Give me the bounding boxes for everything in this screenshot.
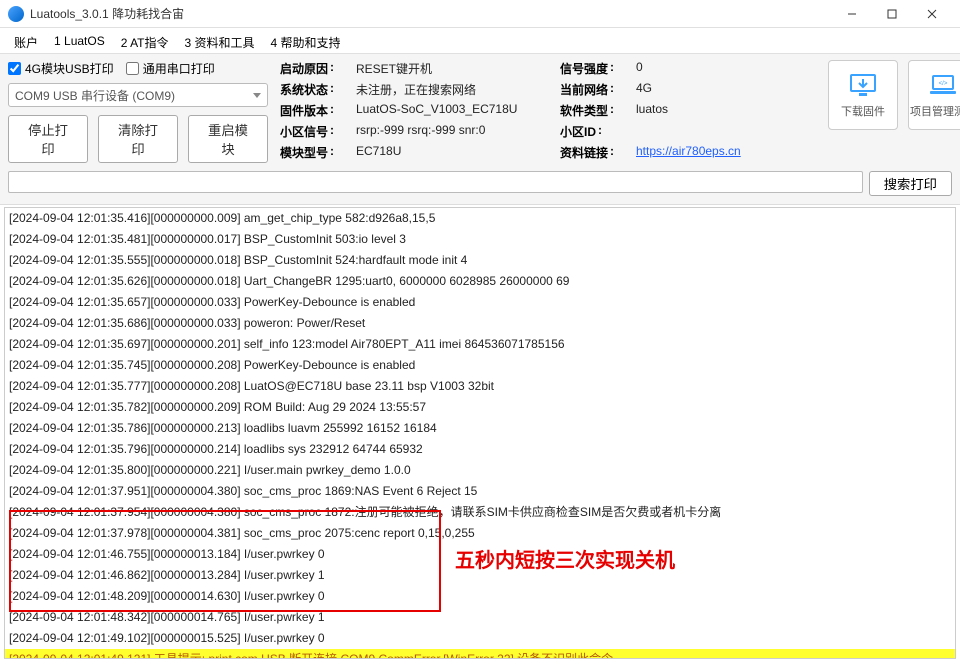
usb-print-checkbox[interactable]: 4G模块USB打印 [8,60,114,77]
menu-account[interactable]: 账户 [8,32,44,49]
doc-link-label: 资料链接 [560,144,610,161]
cell-id-value [636,123,816,140]
doc-link[interactable]: https://air780eps.cn [636,144,741,158]
window-title: Luatools_3.0.1 降功耗找合宙 [30,5,832,22]
serial-print-checkbox[interactable]: 通用串口打印 [126,60,215,77]
log-line: [2024-09-04 12:01:49.102][000000015.525]… [5,628,955,649]
info-panel: 启动原因: RESET键开机 信号强度: 0 系统状态: 未注册，正在搜索网络 … [280,60,816,161]
boot-reason-label: 启动原因 [280,60,330,77]
clear-print-button[interactable]: 清除打印 [98,115,178,163]
project-manage-label: 项目管理测试 [910,103,960,119]
signal-strength-label: 信号强度 [560,60,610,77]
signal-strength-value: 0 [636,60,816,77]
log-line: [2024-09-04 12:01:35.657][000000000.033]… [5,292,955,313]
window-controls [832,2,952,26]
toolbar: 4G模块USB打印 通用串口打印 COM9 USB 串行设备 (COM9) 停止… [0,54,960,205]
download-firmware-button[interactable]: 下载固件 [828,60,898,130]
titlebar: Luatools_3.0.1 降功耗找合宙 [0,0,960,28]
module-model-value: EC718U [356,144,556,161]
log-line: [2024-09-04 12:01:35.626][000000000.018]… [5,271,955,292]
network-label: 当前网络 [560,81,610,98]
annotation-box [9,510,441,612]
menu-help[interactable]: 4 帮助和支持 [265,32,347,49]
cell-signal-label: 小区信号 [280,123,330,140]
sw-type-label: 软件类型 [560,102,610,119]
cell-id-label: 小区ID [560,123,598,140]
stop-print-button[interactable]: 停止打印 [8,115,88,163]
log-area[interactable]: [2024-09-04 12:01:35.416][000000000.009]… [4,207,956,659]
svg-text:</>: </> [939,81,948,87]
log-line: [2024-09-04 12:01:35.745][000000000.208]… [5,355,955,376]
download-firmware-label: 下载固件 [841,103,885,119]
network-value: 4G [636,81,816,98]
sys-status-label: 系统状态 [280,81,330,98]
log-line: [2024-09-04 12:01:35.777][000000000.208]… [5,376,955,397]
log-line: [2024-09-04 12:01:35.686][000000000.033]… [5,313,955,334]
log-line: [2024-09-04 12:01:35.416][000000000.009]… [5,208,955,229]
menu-at[interactable]: 2 AT指令 [115,32,175,49]
log-line: [2024-09-04 12:01:35.782][000000000.209]… [5,397,955,418]
boot-reason-value: RESET键开机 [356,60,556,77]
menu-tools[interactable]: 3 资料和工具 [179,32,261,49]
search-input[interactable] [8,171,863,193]
log-line: [2024-09-04 12:01:35.786][000000000.213]… [5,418,955,439]
fw-version-label: 固件版本 [280,102,330,119]
log-line: [2024-09-04 12:01:35.697][000000000.201]… [5,334,955,355]
project-manage-button[interactable]: </> 项目管理测试 [908,60,960,130]
app-icon [8,6,24,22]
port-select[interactable]: COM9 USB 串行设备 (COM9) [8,83,268,107]
right-buttons: 下载固件 </> 项目管理测试 [828,60,960,130]
menubar: 账户 1 LuatOS 2 AT指令 3 资料和工具 4 帮助和支持 [0,28,960,54]
port-select-value: COM9 USB 串行设备 (COM9) [15,87,175,104]
log-line: [2024-09-04 12:01:35.481][000000000.017]… [5,229,955,250]
download-icon [847,71,879,99]
minimize-button[interactable] [832,2,872,26]
serial-print-label: 通用串口打印 [143,60,215,77]
restart-module-button[interactable]: 重启模块 [188,115,268,163]
fw-version-value: LuatOS-SoC_V1003_EC718U [356,102,556,119]
log-line: [2024-09-04 12:01:37.951][000000004.380]… [5,481,955,502]
usb-print-label: 4G模块USB打印 [25,60,114,77]
search-print-button[interactable]: 搜索打印 [869,171,952,196]
log-line-highlight: [2024-09-04 12:01:49.121] 工具提示: print co… [5,649,955,659]
maximize-button[interactable] [872,2,912,26]
laptop-icon: </> [927,71,959,99]
module-model-label: 模块型号 [280,144,330,161]
annotation-text: 五秒内短按三次实现关机 [455,544,675,573]
sw-type-value: luatos [636,102,816,119]
log-line: [2024-09-04 12:01:35.796][000000000.214]… [5,439,955,460]
cell-signal-value: rsrp:-999 rsrq:-999 snr:0 [356,123,556,140]
sys-status-value: 未注册，正在搜索网络 [356,81,556,98]
menu-luatos[interactable]: 1 LuatOS [48,32,111,49]
close-button[interactable] [912,2,952,26]
log-line: [2024-09-04 12:01:35.800][000000000.221]… [5,460,955,481]
log-line: [2024-09-04 12:01:35.555][000000000.018]… [5,250,955,271]
